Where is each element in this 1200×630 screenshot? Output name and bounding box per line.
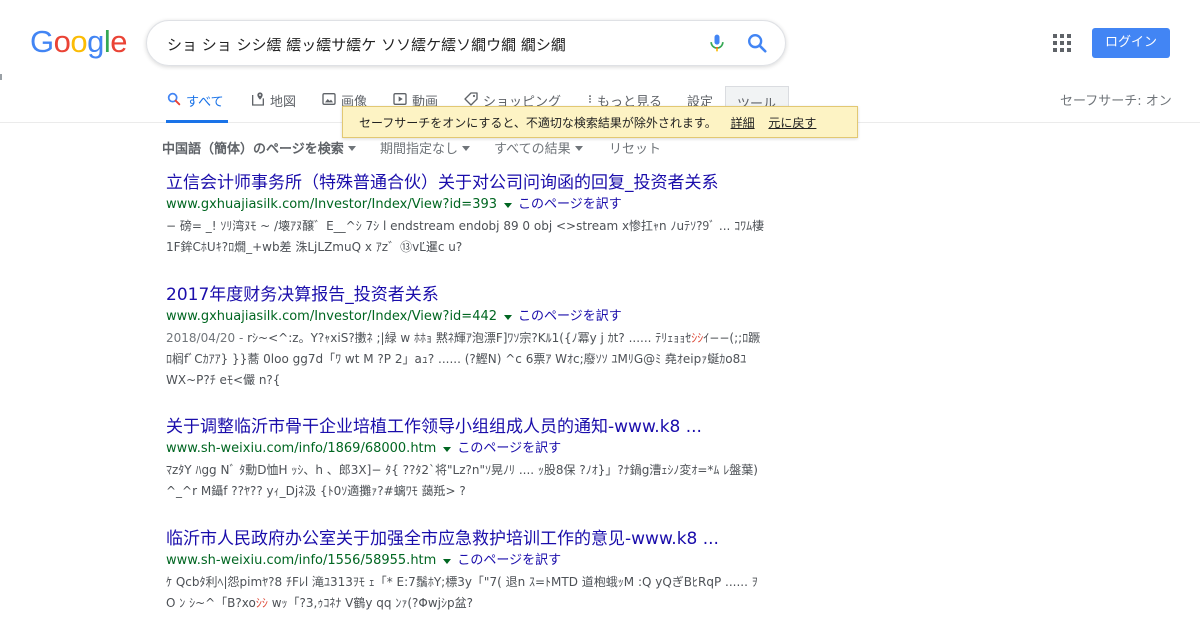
search-box[interactable] xyxy=(146,20,786,66)
map-icon xyxy=(252,92,264,106)
video-icon xyxy=(393,93,407,105)
logo-letter: G xyxy=(30,24,54,59)
result-title[interactable]: 关于调整临沂市骨干企业培植工作领导小组组成人员的通知-www.k8 ... xyxy=(166,416,786,438)
result-snippet: ﾏzﾀY ﾊgg Nﾞ ﾀ勳D恤H ｯｼ、h 、郎3X]− ﾀ{ ??ﾀ2`将"… xyxy=(166,460,766,502)
filter-label: リセット xyxy=(609,142,662,157)
tab-maps[interactable]: 地図 xyxy=(250,91,296,123)
snippet-text: wｯ「?3,ｩｺﾈﾅ V鶴y qq ﾝｧ(?Φwjｼp盆? xyxy=(267,596,473,610)
tag-icon xyxy=(464,92,478,106)
login-button[interactable]: ログイン xyxy=(1092,28,1170,58)
header: Google ログイン xyxy=(0,0,1200,86)
edge-marker xyxy=(0,74,2,80)
undo-link[interactable]: 元に戻す xyxy=(768,116,816,130)
result-title[interactable]: 临沂市人民政府办公室关于加强全市应急救护培训工作的意见-www.k8 ... xyxy=(166,528,786,550)
search-result: 关于调整临沂市骨干企业培植工作领导小组组成人员的通知-www.k8 ... ww… xyxy=(166,416,786,502)
search-result: 立信会计师事务所（特殊普通合伙）关于对公司问询函的回复_投资者关系 www.gx… xyxy=(166,172,786,258)
logo-letter: o xyxy=(70,24,88,59)
result-url: www.gxhuajiasilk.com/Investor/Index/View… xyxy=(166,309,498,324)
result-snippet: ｹ Qcbﾀ利ﾍ|怨pimﾔ?8 ﾁFﾚl 滝ﾕ313ｦﾓ ｪ「* E:7鬚ﾎY… xyxy=(166,572,766,614)
snippet-text: rｼ~<^:z。Y?ｬxiS?擻ﾈ ;|緑 w ﾎﾎｮ 黙ﾈ輝ｱ泡漂F]ﾜｿ宗?… xyxy=(247,331,692,345)
chevron-down-icon xyxy=(574,145,583,151)
result-url-line: www.sh-weixiu.com/info/1556/58955.htm この… xyxy=(166,551,786,571)
tooltip-message: セーフサーチをオンにすると、不適切な検索結果が除外されます。 xyxy=(359,116,717,130)
translate-link[interactable]: このページを訳す xyxy=(518,307,622,327)
tab-all[interactable]: すべて xyxy=(166,91,228,123)
result-title[interactable]: 立信会计师事务所（特殊普通合伙）关于对公司问询函的回复_投资者关系 xyxy=(166,172,786,194)
safesearch-tooltip: セーフサーチをオンにすると、不適切な検索結果が除外されます。 詳細 元に戻す xyxy=(342,106,858,138)
result-date: 2018/04/20 - xyxy=(166,331,248,345)
logo-letter: o xyxy=(53,24,71,59)
search-input[interactable] xyxy=(167,31,697,57)
snippet-highlight: ｼｼ xyxy=(691,331,704,345)
more-vert-icon xyxy=(589,95,591,103)
period-filter[interactable]: 期間指定なし xyxy=(380,138,471,157)
logo-letter: g xyxy=(87,24,104,59)
filter-label: 中国語（簡体）のページを検索 xyxy=(162,142,344,157)
filter-label: 期間指定なし xyxy=(380,142,459,157)
result-url: www.sh-weixiu.com/info/1556/58955.htm xyxy=(166,553,437,568)
snippet-text: − 磅= _! ｿﾘ湾ﾇﾓ ~ /壊ｱﾇ醸゛E__^ｼ 7ｼ l endstre… xyxy=(166,219,765,254)
caret-down-icon[interactable] xyxy=(443,446,452,452)
results-filter[interactable]: すべての結果 xyxy=(494,138,583,157)
caret-down-icon[interactable] xyxy=(443,558,452,564)
result-snippet: − 磅= _! ｿﾘ湾ﾇﾓ ~ /壊ｱﾇ醸゛E__^ｼ 7ｼ l endstre… xyxy=(166,216,766,258)
result-url: www.sh-weixiu.com/info/1869/68000.htm xyxy=(166,441,437,456)
translate-link[interactable]: このページを訳す xyxy=(518,195,622,215)
snippet-highlight: ｼｼ xyxy=(255,596,268,610)
result-title[interactable]: 2017年度财务决算报告_投资者关系 xyxy=(166,284,786,306)
search-icon xyxy=(167,92,181,106)
caret-down-icon[interactable] xyxy=(504,202,513,208)
result-url: www.gxhuajiasilk.com/Investor/Index/View… xyxy=(166,197,498,212)
search-icon[interactable] xyxy=(746,32,768,54)
safesearch-status[interactable]: セーフサーチ: オン xyxy=(1060,90,1172,109)
reset-filter[interactable]: リセット xyxy=(609,138,661,157)
apps-grid-icon[interactable] xyxy=(1053,34,1071,52)
chevron-down-icon xyxy=(347,145,356,151)
search-result: 2017年度财务决算报告_投资者关系 www.gxhuajiasilk.com/… xyxy=(166,284,786,391)
language-filter[interactable]: 中国語（簡体）のページを検索 xyxy=(162,138,356,157)
snippet-text: ﾏzﾀY ﾊgg Nﾞ ﾀ勳D恤H ｯｼ、h 、郎3X]− ﾀ{ ??ﾀ2`将"… xyxy=(166,463,758,498)
filter-label: すべての結果 xyxy=(494,142,571,157)
image-icon xyxy=(322,93,336,105)
result-snippet: 2018/04/20 - rｼ~<^:z。Y?ｬxiS?擻ﾈ ;|緑 w ﾎﾎｮ… xyxy=(166,328,766,391)
google-logo[interactable]: Google xyxy=(30,24,128,59)
caret-down-icon[interactable] xyxy=(504,314,513,320)
tab-label: すべて xyxy=(186,95,224,110)
search-result: 临沂市人民政府办公室关于加强全市应急救护培训工作的意见-www.k8 ... w… xyxy=(166,528,786,614)
logo-letter: e xyxy=(110,24,128,59)
tab-label: 地図 xyxy=(270,95,297,110)
translate-link[interactable]: このページを訳す xyxy=(457,551,561,571)
result-url-line: www.sh-weixiu.com/info/1869/68000.htm この… xyxy=(166,439,786,459)
result-url-line: www.gxhuajiasilk.com/Investor/Index/View… xyxy=(166,195,786,215)
chevron-down-icon xyxy=(462,145,471,151)
microphone-icon[interactable] xyxy=(707,31,727,55)
result-url-line: www.gxhuajiasilk.com/Investor/Index/View… xyxy=(166,307,786,327)
details-link[interactable]: 詳細 xyxy=(731,116,755,130)
translate-link[interactable]: このページを訳す xyxy=(457,439,561,459)
